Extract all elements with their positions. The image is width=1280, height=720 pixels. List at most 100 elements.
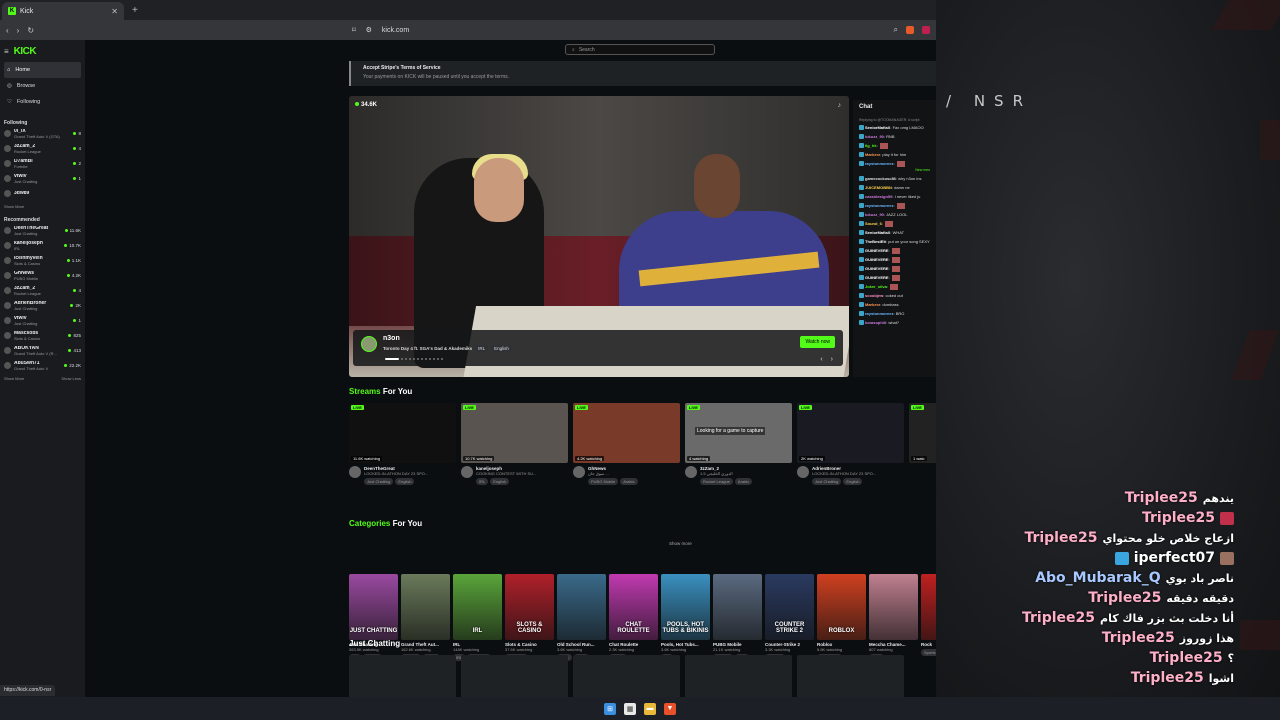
chat-username[interactable]: TheBestElt (865, 239, 886, 244)
chat-username[interactable]: lukuzz_90 (865, 134, 884, 139)
chat-username[interactable]: gamecockusc86 (865, 176, 896, 181)
stream-thumbnail[interactable]: LIVE 11.6K watching (349, 403, 456, 463)
stream-card[interactable] (573, 655, 680, 697)
reload-icon[interactable]: ↻ (27, 26, 34, 35)
stream-thumbnail[interactable]: LIVE 10.7K watching (461, 403, 568, 463)
avatar[interactable] (349, 466, 361, 478)
zoom-icon[interactable]: ⌕ (894, 25, 898, 35)
browser-tab[interactable]: K Kick ✕ (2, 2, 124, 20)
forward-icon[interactable]: › (17, 26, 20, 35)
stream-card[interactable] (461, 655, 568, 697)
site-info-icon[interactable]: ⚙ (366, 26, 372, 34)
stream-thumbnail[interactable]: LIVE 1 watc (909, 403, 936, 463)
chat-username[interactable]: lunasophiii (865, 320, 886, 325)
sidebar-channel[interactable]: iceinmyvein Slots & Casino 1.1K (4, 253, 81, 268)
sidebar-channel[interactable]: Mascsobs Slots & Casino 825 (4, 328, 81, 343)
show-more-button[interactable]: Show More (4, 376, 24, 381)
carousel-dots[interactable] (385, 358, 443, 360)
brave-browser-icon[interactable]: ▼ (664, 702, 676, 715)
windows-start-icon[interactable]: ⊞ (604, 702, 616, 715)
stream-thumbnail[interactable]: LIVE 4.2K watching (573, 403, 680, 463)
bookmark-icon[interactable]: ⌑ (352, 26, 356, 34)
chat-username[interactable]: SeniorMafiaX (865, 230, 890, 235)
stream-card[interactable]: LIVE 10.7K watching kaneljoseph COOKING CON… (461, 403, 568, 485)
sidebar-channel[interactable]: vtwlv Just Chatting 1 (4, 171, 81, 186)
stream-card[interactable] (797, 655, 904, 697)
category-thumbnail[interactable]: POOLS, HOT TUBS & BIKINIS (661, 574, 710, 640)
chat-username[interactable]: cassidesign59 (865, 194, 892, 199)
stream-card[interactable] (685, 655, 792, 697)
category-thumbnail[interactable]: CHAT ROULETTE (609, 574, 658, 640)
stream-card[interactable]: LIVE 4 watching Looking for a game to capt… (685, 403, 792, 485)
featured-stream[interactable]: 34.6K ♪ n3on Toronto Day 4 ft. SGA's Dad… (349, 96, 849, 377)
category-thumbnail[interactable]: JUST CHATTING (349, 574, 398, 640)
show-more-label[interactable]: Show More (4, 204, 24, 209)
chat-username[interactable]: raystonmoreez (865, 311, 893, 316)
sidebar-channel[interactable]: AbuSwn71 Grand Theft Auto V 22.2K (4, 358, 81, 373)
menu-icon[interactable]: ≡ (4, 47, 9, 56)
sidebar-channel[interactable]: D7amBi Fortnite 2 (4, 156, 81, 171)
stripe-notice[interactable]: Accept Stripe's Terms of Service Your pa… (349, 61, 936, 86)
category-thumbnail[interactable]: ROBLOX (817, 574, 866, 640)
chat-username[interactable]: ilg_hk (865, 143, 877, 148)
stream-card[interactable]: LIVE 11.6K watching DeenTheGreat LOCKED-IN-… (349, 403, 456, 485)
avatar[interactable] (461, 466, 473, 478)
tag[interactable]: Arabic (734, 478, 753, 485)
category-card[interactable]: PUBG Mobile21.1K watchingShooterFPS (713, 574, 762, 661)
tag[interactable]: PUBG Mobile (588, 478, 619, 485)
category-card[interactable]: Old School Run...3.6K watchingRPGMMO (557, 574, 606, 661)
category-thumbnail[interactable] (869, 574, 918, 640)
category-card[interactable]: POOLS, HOT TUBS & BIKINIS Pools, Hot Tubs… (661, 574, 710, 661)
chat-username[interactable]: Markerz (865, 302, 880, 307)
chat-username[interactable]: scoobjew (865, 293, 883, 298)
show-more-streams[interactable]: Show more (669, 541, 692, 546)
chat-username[interactable]: GUINEVERE (865, 248, 889, 253)
tag[interactable]: English (395, 478, 415, 485)
tag[interactable]: English (843, 478, 863, 485)
tag[interactable]: IRL (476, 478, 489, 485)
nav-home[interactable]: ⌂ Home (4, 62, 81, 78)
chat-username[interactable]: Markerz (865, 152, 880, 157)
following-show-more[interactable]: Show More (4, 204, 81, 209)
avatar[interactable] (361, 336, 377, 352)
streamer-name[interactable]: n3on (383, 335, 400, 342)
sidebar-channel[interactable]: kaneljoseph IRL 10.7K (4, 238, 81, 253)
nav-following[interactable]: ♡ Following (4, 94, 81, 110)
calendar-icon[interactable]: ▦ (624, 702, 636, 715)
chat-username[interactable]: GUINEVERE (865, 266, 889, 271)
nav-browse[interactable]: ◎ Browse (4, 78, 81, 94)
category-card[interactable]: CHAT ROULETTEChat Roulette2.3K watchingC… (609, 574, 658, 661)
chat-username[interactable]: raystonmoreez (865, 161, 893, 166)
chat-username[interactable]: JUICEMOBBN (865, 185, 892, 190)
category-card[interactable]: Grand Theft Aut...162.6K watchingShooter… (401, 574, 450, 661)
chat-username[interactable]: lukuzz_90 (865, 212, 884, 217)
tag[interactable]: Just Chatting (364, 478, 394, 485)
chat-username[interactable]: Joker_silva (865, 284, 887, 289)
sidebar-channel[interactable]: DeenTheGreat Just Chatting 11.6K (4, 223, 81, 238)
prev-arrow-icon[interactable]: ‹ (820, 356, 822, 363)
brave-shield-icon[interactable] (906, 26, 914, 34)
category-thumbnail[interactable] (557, 574, 606, 640)
brave-rewards-icon[interactable] (922, 26, 930, 34)
avatar[interactable] (797, 466, 809, 478)
category-thumbnail[interactable] (401, 574, 450, 640)
tag[interactable]: IRL (475, 345, 489, 352)
tag[interactable]: Just Chatting (812, 478, 842, 485)
sidebar-channel[interactable]: 3dw89 (4, 186, 81, 201)
sidebar-channel[interactable]: 3zZam_2 Rocket League 4 (4, 141, 81, 156)
category-card[interactable]: SLOTS & CASINO Slots & Casino 37.5K watchi… (505, 574, 554, 661)
stream-card[interactable] (349, 655, 456, 697)
category-card[interactable]: ROBLOXRoblox5.8K watchingSimulation (817, 574, 866, 661)
stream-thumbnail[interactable]: LIVE 2K watching (797, 403, 904, 463)
sidebar-channel[interactable]: vtwlv Just Chatting 1 (4, 313, 81, 328)
new-tab-icon[interactable]: + (132, 5, 138, 16)
sidebar-channel[interactable]: GhNews PUBG Mobile 4.2K (4, 268, 81, 283)
category-thumbnail[interactable]: COUNTER STRIKE 2 (765, 574, 814, 640)
file-explorer-icon[interactable]: ▬ (644, 702, 656, 715)
sidebar-channel[interactable]: 0l_IX Grand Theft Auto V (GTA) 8 (4, 126, 81, 141)
sidebar-channel[interactable]: 3zZam_2 Rocket League 4 (4, 283, 81, 298)
tag[interactable]: Rocket League (700, 478, 733, 485)
category-card[interactable]: COUNTER STRIKE 2 Counter-Strike 2 3.3K wat… (765, 574, 814, 661)
chat-username[interactable]: GUINEVERE (865, 257, 889, 262)
watch-now-button[interactable]: Watch now (800, 336, 835, 348)
